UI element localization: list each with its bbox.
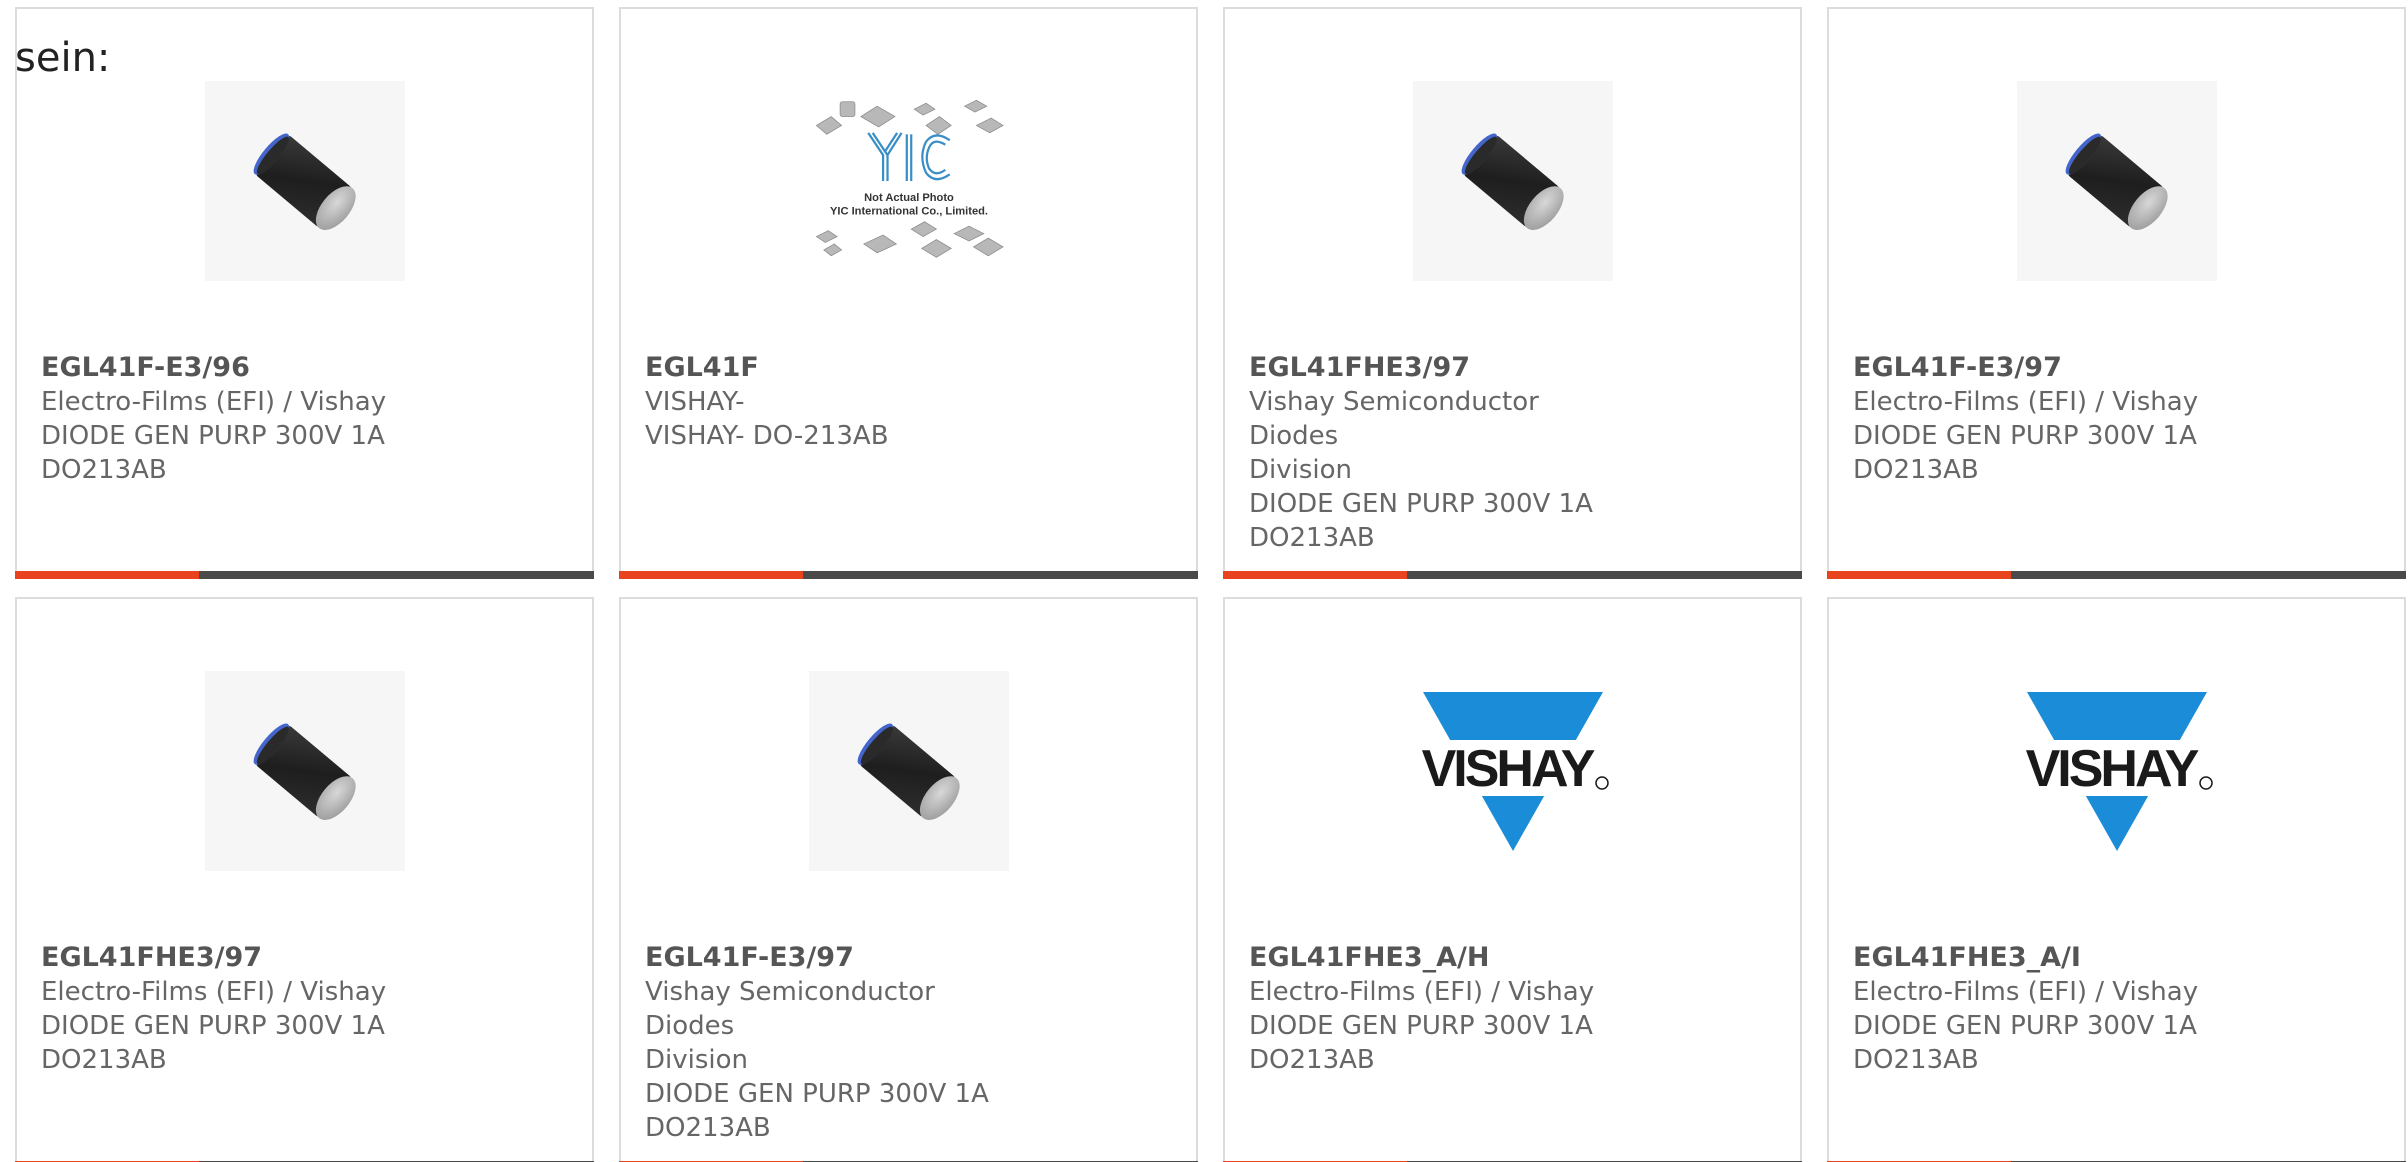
diode-product-image[interactable] — [205, 81, 405, 281]
card-bottom-bar — [15, 571, 594, 579]
description-text: DO213AB — [41, 455, 167, 485]
part-number-link[interactable]: EGL41F-E3/97 — [1853, 351, 2224, 385]
description-text: DIODE GEN PURP 300V 1A — [41, 421, 385, 451]
product-card[interactable]: EGL41FHE3/97 Electro-Films (EFI) / Vishay… — [15, 597, 594, 1162]
product-info: EGL41F-E3/97 Electro-Films (EFI) / Vishay… — [1853, 351, 2224, 487]
vishay-logo-image[interactable]: VISHAY — [1413, 671, 1613, 871]
product-info: EGL41FHE3_A/I Electro-Films (EFI) / Visha… — [1853, 941, 2224, 1077]
description-text: DIODE GEN PURP 300V 1A — [1853, 421, 2197, 451]
product-card[interactable]: VISHAY EGL41FHE3_A/H Electro-Films (EFI) … — [1223, 597, 1802, 1162]
intro-text: sein: — [15, 35, 111, 81]
svg-text:VISHAY: VISHAY — [2026, 740, 2199, 798]
manufacturer-text: Electro-Films (EFI) / Vishay — [41, 977, 387, 1007]
product-info: EGL41F VISHAY- VISHAY- DO-213AB — [645, 351, 1016, 453]
part-number-link[interactable]: EGL41FHE3_A/I — [1853, 941, 2224, 975]
manufacturer-text: Electro-Films (EFI) / Vishay — [1249, 977, 1595, 1007]
product-info: EGL41F-E3/97 Vishay Semiconductor Diodes D… — [645, 941, 1016, 1145]
diode-product-image[interactable] — [1413, 81, 1613, 281]
svg-text:Not Actual Photo: Not Actual Photo — [864, 192, 954, 204]
accent-segment — [1223, 571, 1407, 579]
part-number-link[interactable]: EGL41FHE3/97 — [1249, 351, 1620, 385]
description-text: DO213AB — [1853, 1045, 1979, 1075]
dark-segment — [1407, 571, 1802, 579]
product-card[interactable]: EGL41F-E3/96 Electro-Films (EFI) / Vishay… — [15, 7, 594, 579]
product-card[interactable]: EGL41F-E3/97 Vishay Semiconductor Diodes D… — [619, 597, 1198, 1162]
part-number-link[interactable]: EGL41FHE3/97 — [41, 941, 412, 975]
description-text: Division — [645, 1045, 749, 1075]
product-card[interactable]: Not Actual Photo YIC International Co., … — [619, 7, 1198, 579]
manufacturer-text: Electro-Films (EFI) / Vishay — [1853, 387, 2199, 417]
description-text: DO213AB — [41, 1045, 167, 1075]
description-text: DIODE GEN PURP 300V 1A — [41, 1011, 385, 1041]
vishay-logo-image[interactable]: VISHAY — [2017, 671, 2217, 871]
description-text: DO213AB — [1249, 523, 1375, 553]
product-card[interactable]: EGL41F-E3/97 Electro-Films (EFI) / Vishay… — [1827, 7, 2406, 579]
card-bottom-bar — [1223, 571, 1802, 579]
manufacturer-text: Electro-Films (EFI) / Vishay — [41, 387, 387, 417]
product-card[interactable]: EGL41FHE3/97 Vishay Semiconductor Diodes D… — [1223, 7, 1802, 579]
diode-product-image[interactable] — [2017, 81, 2217, 281]
part-number-link[interactable]: EGL41FHE3_A/H — [1249, 941, 1620, 975]
product-info: EGL41FHE3_A/H Electro-Films (EFI) / Visha… — [1249, 941, 1620, 1077]
diode-product-image[interactable] — [205, 671, 405, 871]
product-info: EGL41FHE3/97 Vishay Semiconductor Diodes D… — [1249, 351, 1620, 555]
svg-text:VISHAY: VISHAY — [1422, 740, 1595, 798]
accent-segment — [15, 571, 199, 579]
diode-product-image[interactable] — [809, 671, 1009, 871]
description-text: DO213AB — [645, 1113, 771, 1143]
manufacturer-text: Vishay Semiconductor Diodes — [1249, 387, 1539, 451]
part-number-link[interactable]: EGL41F — [645, 351, 1016, 385]
card-bottom-bar — [619, 571, 1198, 579]
dark-segment — [2011, 571, 2406, 579]
accent-segment — [619, 571, 803, 579]
manufacturer-text: Electro-Films (EFI) / Vishay — [1853, 977, 2199, 1007]
product-info: EGL41F-E3/96 Electro-Films (EFI) / Vishay… — [41, 351, 412, 487]
dark-segment — [803, 571, 1198, 579]
yic-placeholder-image[interactable]: Not Actual Photo YIC International Co., … — [809, 81, 1009, 281]
svg-text:YIC International Co., Limited: YIC International Co., Limited. — [830, 205, 988, 217]
description-text: DIODE GEN PURP 300V 1A — [645, 1079, 989, 1109]
card-bottom-bar — [1827, 571, 2406, 579]
description-text: DIODE GEN PURP 300V 1A — [1249, 1011, 1593, 1041]
part-number-link[interactable]: EGL41F-E3/96 — [41, 351, 412, 385]
page: sein: EGL41F-E3/96 Electro-Films (EFI) / … — [0, 0, 2408, 1162]
dark-segment — [199, 571, 594, 579]
product-info: EGL41FHE3/97 Electro-Films (EFI) / Vishay… — [41, 941, 412, 1077]
description-text: Division — [1249, 455, 1353, 485]
product-grid: EGL41F-E3/96 Electro-Films (EFI) / Vishay… — [15, 7, 2406, 1162]
part-number-link[interactable]: EGL41F-E3/97 — [645, 941, 1016, 975]
description-text: DIODE GEN PURP 300V 1A — [1249, 489, 1593, 519]
manufacturer-text: VISHAY- — [645, 387, 745, 417]
accent-segment — [1827, 571, 2011, 579]
description-text: VISHAY- DO-213AB — [645, 421, 889, 451]
product-card[interactable]: VISHAY EGL41FHE3_A/I Electro-Films (EFI) … — [1827, 597, 2406, 1162]
description-text: DO213AB — [1249, 1045, 1375, 1075]
description-text: DO213AB — [1853, 455, 1979, 485]
manufacturer-text: Vishay Semiconductor Diodes — [645, 977, 935, 1041]
description-text: DIODE GEN PURP 300V 1A — [1853, 1011, 2197, 1041]
